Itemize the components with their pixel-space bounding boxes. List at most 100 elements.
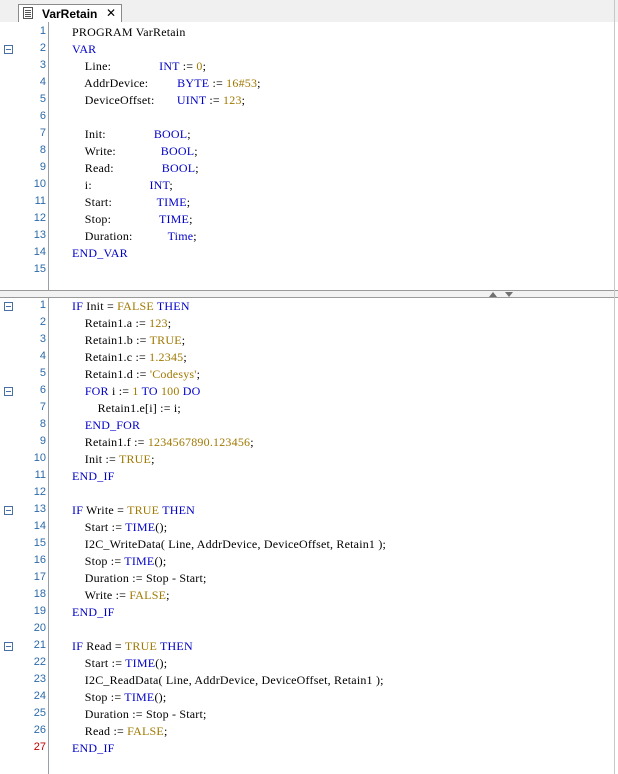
- line-number: 4: [39, 76, 46, 88]
- line-number: 5: [39, 93, 46, 105]
- code-line[interactable]: 11 END_IF: [0, 468, 618, 485]
- line-number: 1: [39, 299, 46, 311]
- code-line[interactable]: 5 Retain1.d := 'Codesys';: [0, 366, 618, 383]
- line-number: 3: [39, 59, 46, 71]
- code-line[interactable]: 5 DeviceOffset: UINT := 123;: [0, 92, 618, 109]
- code-token-plain: Write :=: [72, 588, 130, 602]
- code-line[interactable]: 16 Stop := TIME();: [0, 553, 618, 570]
- line-number: 6: [39, 384, 46, 396]
- code-token-kw: TO: [141, 384, 158, 398]
- code-line[interactable]: 8 END_FOR: [0, 417, 618, 434]
- code-line[interactable]: 6 FOR i := 1 TO 100 DO: [0, 383, 618, 400]
- code-line[interactable]: 1 PROGRAM VarRetain: [0, 24, 618, 41]
- code-line[interactable]: 20: [0, 621, 618, 638]
- code-line[interactable]: 26 Read := FALSE;: [0, 723, 618, 740]
- fold-toggle-icon[interactable]: [4, 506, 13, 515]
- collapse-up-icon[interactable]: [489, 292, 497, 297]
- code-line[interactable]: 2 Retain1.a := 123;: [0, 315, 618, 332]
- code-line[interactable]: 8 Write: BOOL;: [0, 143, 618, 160]
- code-line[interactable]: 13 IF Write = TRUE THEN: [0, 502, 618, 519]
- code-line[interactable]: 19 END_IF: [0, 604, 618, 621]
- code-token-plain: AddrDevice:: [72, 76, 178, 90]
- code-token-plain: Retain1.b :=: [72, 333, 150, 347]
- code-token-kw: TIME: [125, 656, 156, 670]
- line-number: 4: [39, 350, 46, 362]
- code-token-kw: INT: [159, 59, 180, 73]
- code-line[interactable]: 7 Init: BOOL;: [0, 126, 618, 143]
- code-line[interactable]: 10 Init := TRUE;: [0, 451, 618, 468]
- editor-splitter[interactable]: [0, 290, 618, 298]
- code-line[interactable]: 12 Stop: TIME;: [0, 211, 618, 228]
- code-line[interactable]: 23 I2C_ReadData( Line, AddrDevice, Devic…: [0, 672, 618, 689]
- code-line[interactable]: 18 Write := FALSE;: [0, 587, 618, 604]
- code-text: END_IF: [72, 741, 115, 756]
- code-token-kw: THEN: [160, 639, 193, 653]
- declaration-editor[interactable]: 1 PROGRAM VarRetain 2 VAR 3 Line: INT := 0; 4…: [0, 22, 618, 290]
- code-token-plain: ();: [155, 520, 168, 534]
- code-token-plain: Retain1.f :=: [72, 435, 148, 449]
- implementation-editor[interactable]: 1 IF Init = FALSE THEN 2 Retain1.a := 123;…: [0, 298, 618, 774]
- code-token-kw: END_FOR: [84, 418, 141, 432]
- code-token-plain: Init :=: [72, 452, 119, 466]
- close-icon[interactable]: ✕: [106, 6, 116, 20]
- line-number: 9: [39, 161, 46, 173]
- code-line[interactable]: 15: [0, 262, 618, 279]
- code-line[interactable]: 7 Retain1.e[i] := i;: [0, 400, 618, 417]
- code-line[interactable]: 9 Retain1.f := 1234567890.123456;: [0, 434, 618, 451]
- code-line[interactable]: 9 Read: BOOL;: [0, 160, 618, 177]
- line-number: 13: [33, 503, 46, 515]
- fold-toggle-icon[interactable]: [4, 45, 13, 54]
- code-line[interactable]: 24 Stop := TIME();: [0, 689, 618, 706]
- code-token-kw: IF: [72, 299, 84, 313]
- code-line[interactable]: 21 IF Read = TRUE THEN: [0, 638, 618, 655]
- code-line[interactable]: 10 i: INT;: [0, 177, 618, 194]
- code-line[interactable]: 12: [0, 485, 618, 502]
- code-token-num: 1.2345: [149, 350, 184, 364]
- code-token-plain: ;: [194, 144, 198, 158]
- fold-toggle-icon[interactable]: [4, 387, 13, 396]
- code-token-plain: ;: [196, 367, 201, 381]
- code-line[interactable]: 22 Start := TIME();: [0, 655, 618, 672]
- code-text: END_IF: [72, 605, 115, 620]
- code-token-plain: Write:: [72, 144, 161, 158]
- fold-toggle-icon[interactable]: [4, 642, 13, 651]
- code-line[interactable]: 2 VAR: [0, 41, 618, 58]
- code-token-plain: Retain1.e[i] := i;: [72, 401, 181, 415]
- code-line[interactable]: 14 Start := TIME();: [0, 519, 618, 536]
- line-number: 10: [33, 452, 46, 464]
- line-number: 22: [33, 656, 46, 668]
- code-text: Start: TIME;: [72, 195, 190, 210]
- code-token-kw: FOR: [84, 384, 109, 398]
- code-line[interactable]: 13 Duration: Time;: [0, 228, 618, 245]
- code-token-plain: i:: [72, 178, 150, 192]
- code-token-plain: Stop:: [72, 212, 159, 226]
- code-token-kw: TIME: [124, 554, 155, 568]
- code-token-plain: Retain1.c :=: [72, 350, 150, 364]
- code-line[interactable]: 4 AddrDevice: BYTE := 16#53;: [0, 75, 618, 92]
- code-token-plain: :=: [206, 93, 224, 107]
- code-text: Stop: TIME;: [72, 212, 193, 227]
- code-line[interactable]: 3 Line: INT := 0;: [0, 58, 618, 75]
- code-line[interactable]: 3 Retain1.b := TRUE;: [0, 332, 618, 349]
- code-token-plain: Read =: [83, 639, 125, 653]
- code-line[interactable]: 4 Retain1.c := 1.2345;: [0, 349, 618, 366]
- code-line[interactable]: 11 Start: TIME;: [0, 194, 618, 211]
- code-token-num: 123: [223, 93, 242, 107]
- code-line[interactable]: 14 END_VAR: [0, 245, 618, 262]
- code-line[interactable]: 27 END_IF: [0, 740, 618, 757]
- code-line[interactable]: 6: [0, 109, 618, 126]
- code-line[interactable]: 15 I2C_WriteData( Line, AddrDevice, Devi…: [0, 536, 618, 553]
- collapse-down-icon[interactable]: [505, 292, 513, 297]
- code-text: Duration := Stop - Start;: [72, 707, 207, 722]
- tab-varretain[interactable]: VarRetain ✕: [18, 4, 122, 22]
- code-line[interactable]: 25 Duration := Stop - Start;: [0, 706, 618, 723]
- line-number: 8: [39, 418, 46, 430]
- fold-toggle-icon[interactable]: [4, 302, 13, 311]
- code-line[interactable]: 17 Duration := Stop - Start;: [0, 570, 618, 587]
- line-number: 12: [33, 212, 46, 224]
- line-number: 21: [33, 639, 46, 651]
- code-line[interactable]: 1 IF Init = FALSE THEN: [0, 298, 618, 315]
- code-token-kw: DO: [182, 384, 201, 398]
- code-token-kw: THEN: [156, 299, 190, 313]
